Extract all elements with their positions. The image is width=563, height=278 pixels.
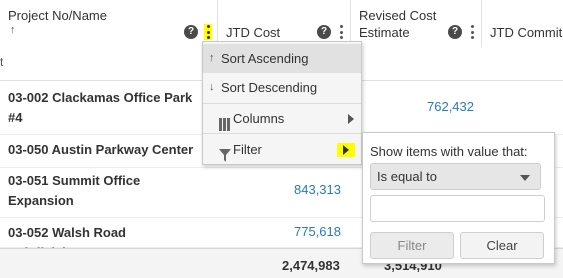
filter-icon — [219, 143, 231, 172]
chevron-down-icon — [520, 175, 530, 181]
help-icon[interactable]: ? — [184, 25, 198, 39]
sort-ascending-indicator: ↑ — [10, 24, 16, 36]
jtd-cost-value[interactable]: 775,618 — [248, 224, 341, 239]
column-menu-icon[interactable] — [469, 24, 475, 40]
column-header-jtd-cost[interactable]: JTD Cost ? — [218, 0, 351, 47]
chevron-right-icon — [348, 114, 354, 124]
project-name-line1: 03-002 Clackamas Office Park — [8, 90, 193, 105]
filter-operator-value: Is equal to — [377, 169, 437, 184]
menu-item-label: Columns — [233, 111, 285, 126]
help-icon[interactable]: ? — [317, 25, 331, 39]
project-name-line1: 03-051 Summit Office — [8, 173, 141, 188]
column-title-project: Project No/Name — [8, 8, 107, 23]
menu-item-label: Sort Descending — [221, 80, 318, 95]
column-title-jtd-cost: JTD Cost — [226, 25, 281, 40]
total-jtd-cost: 2,474,983 — [282, 258, 340, 273]
arrow-up-icon: ↑ — [209, 52, 215, 64]
column-header-project[interactable]: Project No/Name ↑ ? — [0, 0, 218, 47]
project-name-line2: Expansion — [8, 193, 74, 208]
column-menu-icon[interactable] — [204, 24, 212, 40]
help-icon[interactable]: ? — [448, 25, 462, 39]
menu-divider — [203, 133, 361, 134]
menu-item-sort-ascending[interactable]: ↑ Sort Ascending — [203, 44, 361, 73]
revised-cost-value[interactable]: 762,432 — [380, 99, 474, 114]
column-menu-icon[interactable] — [338, 24, 344, 40]
menu-item-label: Sort Ascending — [221, 51, 309, 66]
filter-row-caret: t — [0, 55, 4, 69]
menu-item-sort-descending[interactable]: ↓ Sort Descending — [203, 73, 361, 102]
filter-value-input[interactable] — [370, 195, 545, 222]
menu-item-filter[interactable]: Filter — [203, 135, 361, 164]
column-header-revised-cost[interactable]: Revised Cost Estimate ? — [351, 0, 482, 47]
jtd-cost-value[interactable]: 843,313 — [248, 182, 341, 197]
column-context-menu: ↑ Sort Ascending ↓ Sort Descending Colum… — [202, 41, 362, 165]
project-name-line2: #4 — [8, 110, 23, 125]
column-header-jtd-commit[interactable]: JTD Commit — [482, 0, 563, 47]
clear-button[interactable]: Clear — [460, 232, 544, 259]
chevron-right-icon — [337, 143, 355, 157]
column-title-revised-cost-line1: Revised Cost — [359, 8, 437, 23]
column-title-revised-cost-line2: Estimate — [359, 25, 410, 40]
project-name: 03-050 Austin Parkway Center — [8, 142, 194, 157]
project-name: 03-051 Summit Office Expansion — [8, 171, 203, 211]
filter-panel: Show items with value that: Is equal to … — [362, 132, 555, 264]
column-title-jtd-commit: JTD Commit — [490, 25, 563, 40]
arrow-down-icon: ↓ — [209, 81, 215, 93]
filter-panel-label: Show items with value that: — [370, 144, 528, 159]
menu-item-columns[interactable]: Columns — [203, 104, 361, 133]
filter-operator-select[interactable]: Is equal to — [370, 163, 541, 190]
menu-item-label: Filter — [233, 142, 262, 157]
filter-button[interactable]: Filter — [370, 232, 454, 259]
project-name: 03-002 Clackamas Office Park #4 — [8, 88, 203, 128]
grid-header-row: Project No/Name ↑ ? JTD Cost ? Revised C… — [0, 0, 563, 47]
